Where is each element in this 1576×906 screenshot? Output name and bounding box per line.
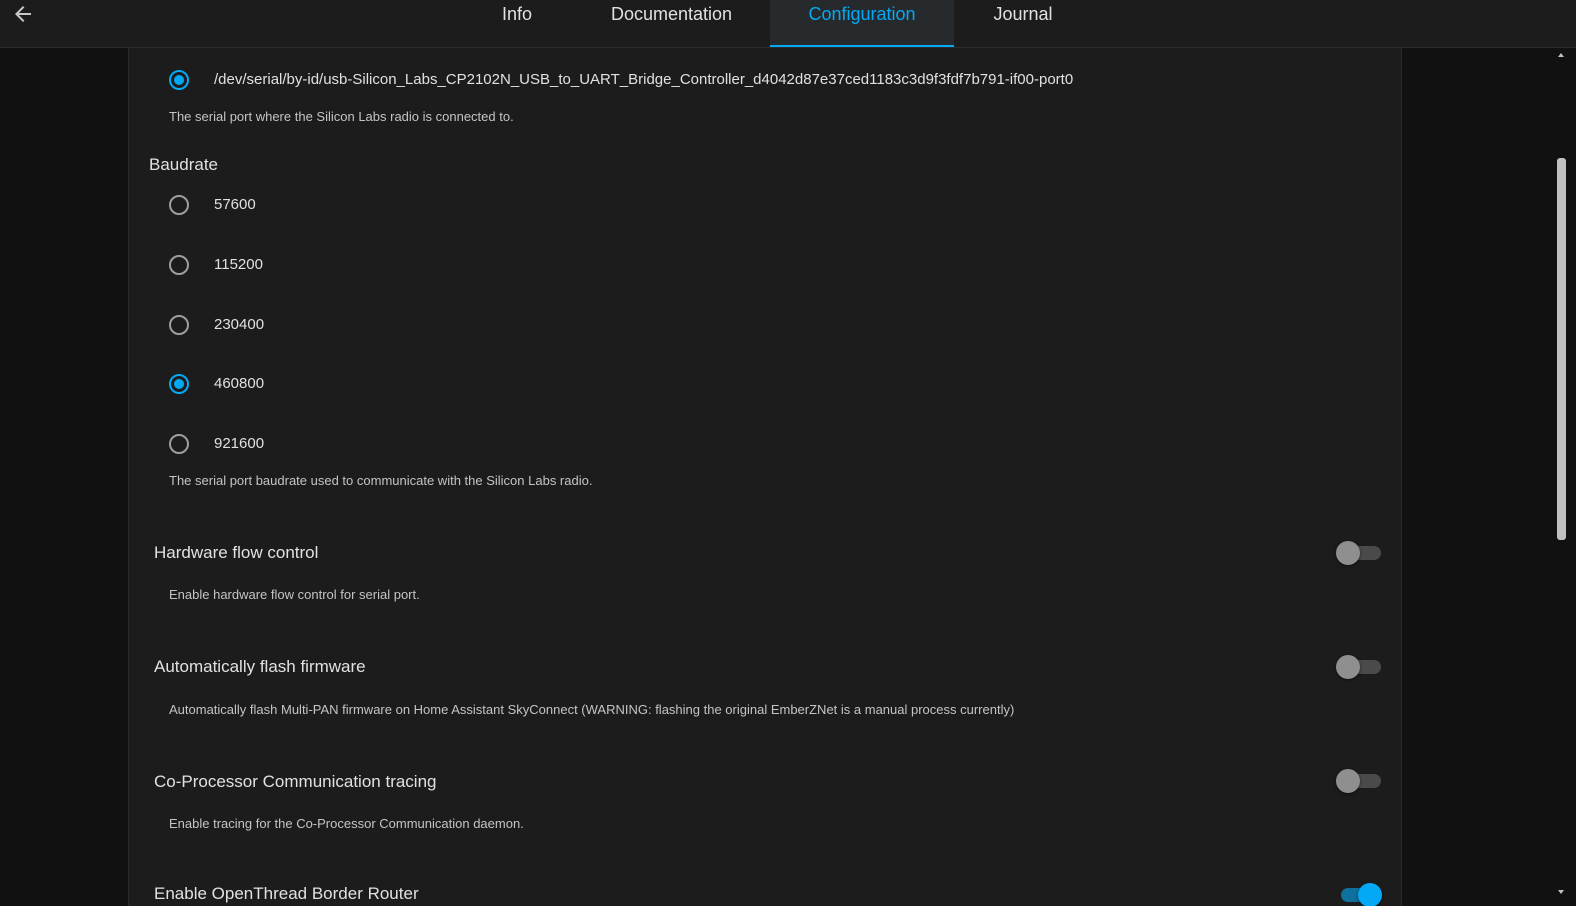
auto-flash-firmware-title: Automatically flash firmware [154, 657, 366, 676]
tab-documentation-label: Documentation [610, 4, 733, 24]
tab-documentation[interactable]: Documentation [594, 0, 749, 47]
scroll-down-arrow-icon[interactable] [1558, 890, 1564, 894]
otbr-title: Enable OpenThread Border Router [154, 884, 419, 903]
device-path-label: /dev/serial/by-id/usb-Silicon_Labs_CP210… [214, 71, 1074, 88]
baudrate-option-label: 460800 [214, 375, 265, 392]
hardware-flow-control-toggle[interactable] [1335, 538, 1383, 566]
device-helper-text: The serial port where the Silicon Labs r… [169, 109, 514, 124]
scrollbar-thumb[interactable] [1557, 158, 1566, 540]
baudrate-radio-460800[interactable] [169, 374, 189, 394]
tab-configuration[interactable]: Configuration [770, 0, 954, 47]
toggle-thumb [1336, 769, 1360, 793]
baudrate-radio-115200[interactable] [169, 255, 189, 275]
cpc-tracing-title: Co-Processor Communication tracing [154, 772, 437, 791]
hardware-flow-control-title: Hardware flow control [154, 543, 319, 562]
hardware-flow-control-helper: Enable hardware flow control for serial … [169, 587, 420, 602]
arrow-left-icon [15, 6, 31, 22]
tab-configuration-label: Configuration [808, 4, 916, 24]
cpc-tracing-helper: Enable tracing for the Co-Processor Comm… [169, 816, 524, 831]
baudrate-option-label: 57600 [214, 196, 256, 213]
baudrate-option-label: 921600 [214, 435, 265, 452]
top-app-bar: Info Documentation Configuration Journal [0, 0, 1576, 48]
tab-info-label: Info [501, 4, 533, 24]
device-radio[interactable] [169, 70, 189, 90]
cpc-tracing-toggle[interactable] [1335, 766, 1383, 794]
configuration-card: /dev/serial/by-id/usb-Silicon_Labs_CP210… [128, 48, 1402, 906]
page-scrollbar[interactable] [1555, 48, 1568, 906]
baudrate-option-label: 230400 [214, 316, 265, 333]
otbr-toggle[interactable] [1335, 880, 1383, 906]
baudrate-radio-57600[interactable] [169, 195, 189, 215]
baudrate-title: Baudrate [149, 155, 218, 174]
toggle-thumb [1358, 883, 1382, 906]
baudrate-option-label: 115200 [214, 256, 263, 273]
tab-journal-label: Journal [993, 4, 1053, 24]
auto-flash-firmware-helper: Automatically flash Multi-PAN firmware o… [169, 702, 1015, 717]
scroll-up-arrow-icon[interactable] [1558, 53, 1564, 57]
baudrate-helper-text: The serial port baudrate used to communi… [169, 473, 593, 488]
auto-flash-firmware-toggle[interactable] [1335, 652, 1383, 680]
baudrate-radio-921600[interactable] [169, 434, 189, 454]
baudrate-radio-230400[interactable] [169, 315, 189, 335]
back-button[interactable] [8, 0, 38, 28]
toggle-thumb [1336, 541, 1360, 565]
tab-info[interactable]: Info [488, 0, 546, 47]
tab-journal[interactable]: Journal [982, 0, 1064, 47]
toggle-thumb [1336, 655, 1360, 679]
